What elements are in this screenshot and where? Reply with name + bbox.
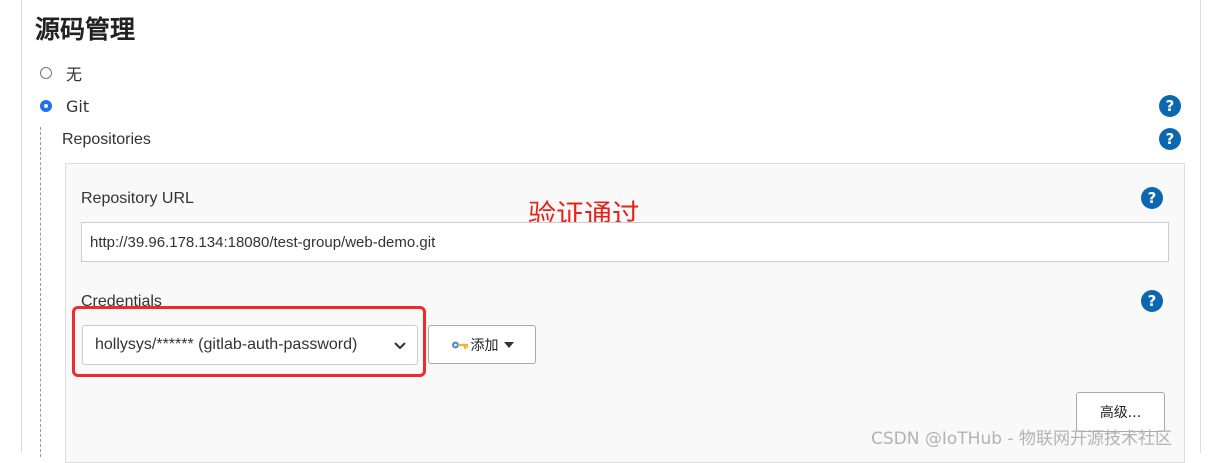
repository-url-label: Repository URL xyxy=(81,190,194,207)
section-title: 源码管理 xyxy=(35,15,136,44)
caret-down-icon xyxy=(503,341,514,348)
scm-option-none[interactable]: 无 xyxy=(40,62,82,84)
radio-git[interactable] xyxy=(40,100,52,112)
watermark: CSDN @IoTHub - 物联网开源技术社区 xyxy=(871,429,1172,449)
repositories-help-icon[interactable]: ? xyxy=(1159,128,1181,150)
add-credentials-label: 添加 xyxy=(470,337,499,354)
panel-left-border xyxy=(21,0,22,453)
credentials-label: Credentials xyxy=(81,293,162,310)
key-icon xyxy=(451,341,468,349)
credentials-selected-value: hollysys/****** (gitlab-auth-password) xyxy=(95,336,358,353)
radio-none[interactable] xyxy=(40,67,52,79)
repositories-label: Repositories xyxy=(62,131,151,148)
credentials-select[interactable]: hollysys/****** (gitlab-auth-password) xyxy=(82,325,418,365)
scm-option-git[interactable]: Git xyxy=(40,95,89,117)
chevron-down-icon xyxy=(394,342,406,350)
credentials-help-icon[interactable]: ? xyxy=(1141,290,1163,312)
add-credentials-button[interactable]: 添加 xyxy=(428,325,536,364)
repository-url-input[interactable] xyxy=(81,222,1169,262)
scm-option-none-label: 无 xyxy=(66,65,83,84)
git-help-icon[interactable]: ? xyxy=(1159,95,1181,117)
panel-right-border xyxy=(1200,0,1201,453)
repository-url-help-icon[interactable]: ? xyxy=(1141,187,1163,209)
git-options-indent-line xyxy=(40,127,41,457)
scm-option-git-label: Git xyxy=(66,96,90,116)
